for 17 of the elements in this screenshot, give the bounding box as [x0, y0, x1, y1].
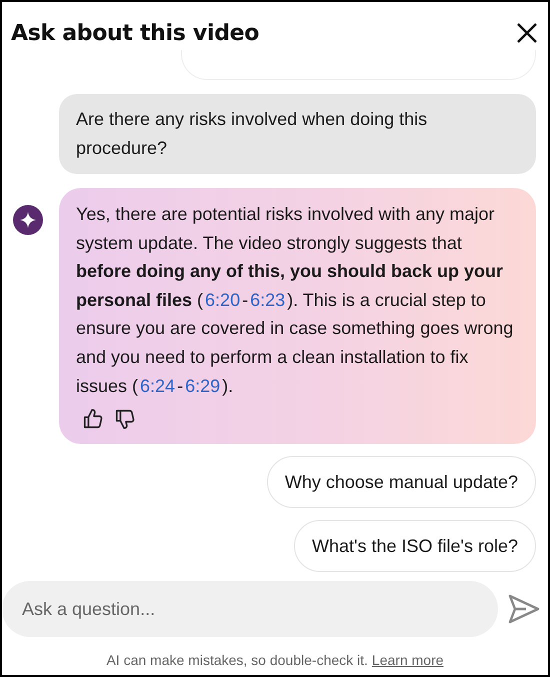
send-icon[interactable]	[508, 594, 540, 624]
thumbs-up-icon[interactable]	[82, 408, 104, 430]
thumbs-down-icon[interactable]	[114, 408, 136, 430]
close-icon[interactable]	[516, 22, 538, 44]
answer-text: Yes, there are potential risks involved with any major system update. The video strongly suggests that before doing any of this, you should back up your personal files (6:20-6:23). This is a crucial step to ensure you are covered in case something goes wrong and you need to perform a clean installation to fix issues (6:24-6:29).	[76, 203, 514, 398]
timestamp-link[interactable]: 6:23	[248, 290, 288, 310]
timestamp-link[interactable]: 6:29	[183, 376, 222, 396]
timestamp-link[interactable]: 6:20	[203, 290, 242, 310]
sparkle-icon	[13, 205, 43, 235]
timestamp-link[interactable]: 6:24	[138, 376, 178, 396]
panel-title: Ask about this video	[11, 20, 260, 46]
user-message: Are there any risks involved when doing this procedure?	[59, 94, 536, 174]
suggestion-chip[interactable]: What's the ISO file's role?	[294, 520, 536, 572]
disclaimer-text: AI can make mistakes, so double-check it.	[106, 652, 368, 668]
learn-more-link[interactable]: Learn more	[372, 652, 444, 668]
suggestion-chip[interactable]: Why choose manual update?	[266, 456, 536, 508]
question-field[interactable]: Ask a question...	[2, 581, 498, 637]
